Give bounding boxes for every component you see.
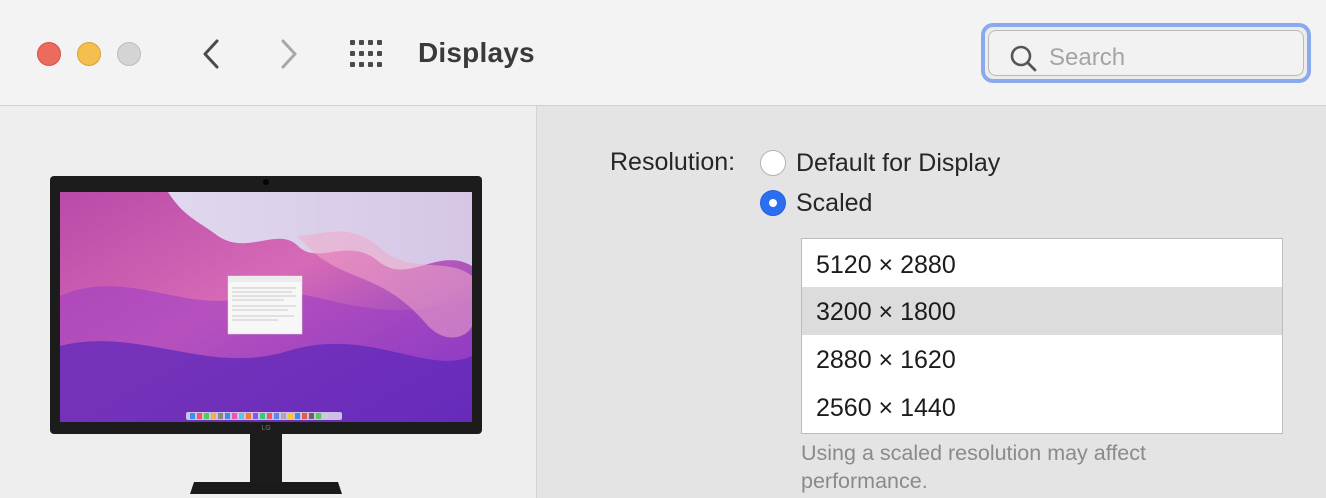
radio-default-for-display[interactable]: Default for Display	[760, 148, 1000, 178]
radio-label-scaled: Scaled	[796, 189, 873, 217]
show-all-button[interactable]	[348, 38, 388, 70]
resolution-list-item[interactable]: 2560 × 1440	[802, 383, 1282, 431]
zoom-button[interactable]	[117, 42, 141, 66]
radio-label-default: Default for Display	[796, 149, 1001, 177]
monitor-image: LG	[50, 176, 482, 494]
resolution-list-item-selected[interactable]: 3200 × 1800	[802, 287, 1282, 335]
resolution-list-item[interactable]: 2880 × 1620	[802, 335, 1282, 383]
magnifying-glass-icon	[1010, 45, 1037, 72]
search-input[interactable]	[1047, 41, 1291, 75]
resolution-label: Resolution:	[610, 148, 736, 176]
radio-button-default[interactable]	[760, 150, 786, 176]
display-preview-pane: LG	[0, 106, 537, 498]
scaled-resolution-list[interactable]: 5120 × 2880 3200 × 1800 2880 × 1620 2560…	[801, 238, 1283, 434]
back-button[interactable]	[192, 34, 232, 74]
grid-icon	[350, 40, 382, 67]
performance-note: Using a scaled resolution may affect per…	[801, 441, 1146, 493]
resolution-settings-pane: Resolution: Default for Display Scaled 5…	[538, 106, 1326, 498]
chevron-right-icon	[281, 39, 297, 69]
svg-text:LG: LG	[261, 425, 270, 432]
window-title: Displays	[418, 37, 535, 68]
minimize-button[interactable]	[77, 42, 101, 66]
radio-button-scaled[interactable]	[760, 190, 786, 216]
close-button[interactable]	[37, 42, 61, 66]
search-field[interactable]	[981, 23, 1311, 83]
radio-scaled[interactable]: Scaled	[760, 188, 872, 218]
title-bar: Displays	[0, 0, 1326, 106]
forward-button[interactable]	[268, 34, 308, 74]
chevron-left-icon	[203, 39, 219, 69]
resolution-list-item[interactable]: 5120 × 2880	[802, 239, 1282, 287]
